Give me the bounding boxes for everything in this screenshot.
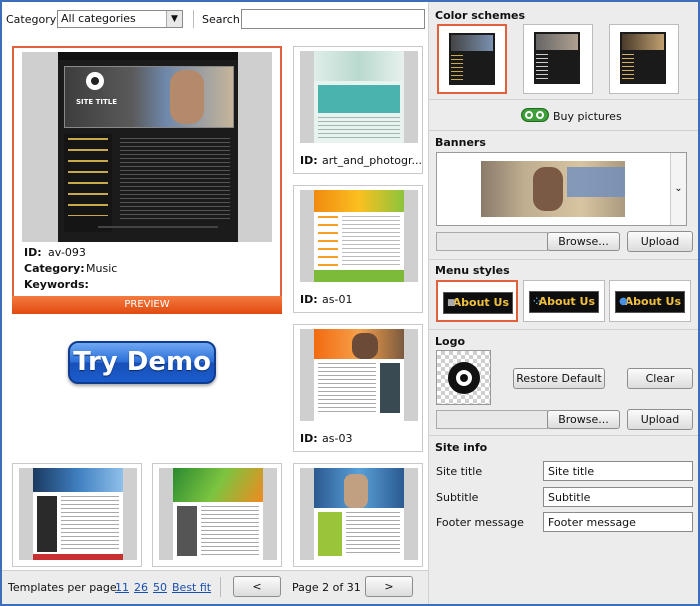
- banner-file-path: [436, 232, 548, 251]
- search-label: Search: [202, 13, 240, 26]
- site-title-label: Site title: [436, 465, 483, 478]
- featured-site-title-art: SITE TITLE: [76, 98, 118, 106]
- template-id-label: ID:: [300, 293, 318, 306]
- menu-style-preview: ⁘ About Us: [529, 291, 599, 313]
- menu-style-preview: ■ About Us: [443, 292, 513, 314]
- featured-keywords-label: Keywords:: [24, 278, 89, 291]
- preview-button[interactable]: PREVIEW: [12, 296, 282, 314]
- template-card[interactable]: ID: art_and_photogr...: [293, 46, 423, 174]
- per-page-11-link[interactable]: 11: [115, 581, 129, 594]
- clear-logo-button[interactable]: Clear: [627, 368, 693, 389]
- template-thumbnail[interactable]: [19, 468, 137, 560]
- featured-id-label: ID:: [24, 246, 42, 259]
- footer-message-label: Footer message: [436, 516, 524, 529]
- featured-thumbnail[interactable]: SITE TITLE: [22, 52, 272, 242]
- color-schemes-title: Color schemes: [435, 9, 526, 22]
- section-divider: [429, 329, 698, 330]
- menu-style-option-1[interactable]: ■ About Us: [436, 280, 518, 322]
- per-page-label: Templates per page:: [8, 581, 121, 594]
- buy-pictures-icon[interactable]: [521, 108, 549, 122]
- template-id-label: ID:: [300, 432, 318, 445]
- subtitle-input[interactable]: [543, 487, 693, 507]
- menu-style-preview: ● About Us: [615, 291, 685, 313]
- color-scheme-option-1[interactable]: [437, 24, 507, 94]
- subtitle-label: Subtitle: [436, 491, 479, 504]
- buy-pictures-link[interactable]: Buy pictures: [553, 110, 622, 123]
- category-select-value: All categories: [61, 12, 136, 25]
- logo-file-path: [436, 410, 548, 429]
- template-thumbnail[interactable]: [159, 468, 277, 560]
- menu-style-option-3[interactable]: ● About Us: [609, 280, 691, 322]
- menu-style-option-2[interactable]: ⁘ About Us: [523, 280, 605, 322]
- filter-divider: [193, 10, 194, 28]
- section-divider: [429, 435, 698, 436]
- template-thumbnail[interactable]: [300, 329, 418, 421]
- banner-upload-button[interactable]: Upload: [627, 231, 693, 252]
- per-page-best-fit-link[interactable]: Best fit: [172, 581, 211, 594]
- template-card[interactable]: ID: as-03: [293, 324, 423, 452]
- template-card[interactable]: ID: as-01: [293, 185, 423, 313]
- app-window: Category All categories ▼ Search SITE TI…: [0, 0, 700, 606]
- featured-template-card[interactable]: SITE TITLE ID: av-093 Category: Music Ke…: [12, 46, 282, 314]
- site-title-input[interactable]: [543, 461, 693, 481]
- per-page-50-link[interactable]: 50: [153, 581, 167, 594]
- section-divider: [429, 130, 698, 131]
- category-label: Category: [6, 13, 57, 26]
- pagination-divider: [220, 577, 221, 597]
- banner-browse-button[interactable]: Browse...: [547, 232, 620, 251]
- template-id-value: as-03: [322, 432, 353, 445]
- template-card[interactable]: [12, 463, 142, 567]
- pagination-bar: Templates per page: 11 26 50 Best fit < …: [2, 570, 428, 604]
- try-demo-button[interactable]: Try Demo: [68, 341, 216, 384]
- template-card[interactable]: [293, 463, 423, 567]
- page-indicator: Page 2 of 31: [292, 581, 361, 594]
- banner-preview: [481, 161, 625, 217]
- featured-category-value: Music: [86, 262, 118, 275]
- logo-title: Logo: [435, 335, 465, 348]
- color-scheme-option-2[interactable]: [523, 24, 593, 94]
- logo-preview: [436, 350, 491, 405]
- template-id-label: ID:: [300, 154, 318, 167]
- color-scheme-option-3[interactable]: [609, 24, 679, 94]
- per-page-26-link[interactable]: 26: [134, 581, 148, 594]
- featured-id-value: av-093: [48, 246, 86, 259]
- footer-message-input[interactable]: [543, 512, 693, 532]
- template-card[interactable]: [152, 463, 282, 567]
- category-select[interactable]: All categories ▼: [57, 10, 183, 28]
- logo-upload-button[interactable]: Upload: [627, 409, 693, 430]
- featured-site-screenshot: SITE TITLE: [58, 52, 238, 242]
- banners-title: Banners: [435, 136, 486, 149]
- logo-browse-button[interactable]: Browse...: [547, 410, 620, 429]
- banner-select[interactable]: ⌄: [436, 152, 687, 226]
- restore-default-button[interactable]: Restore Default: [513, 368, 605, 389]
- section-divider: [429, 99, 698, 100]
- site-info-title: Site info: [435, 441, 488, 454]
- chevron-down-icon[interactable]: ▼: [166, 11, 182, 27]
- featured-category-label: Category:: [24, 262, 85, 275]
- template-thumbnail[interactable]: [300, 51, 418, 143]
- template-id-value: art_and_photogr...: [322, 154, 422, 167]
- template-id-value: as-01: [322, 293, 353, 306]
- search-input[interactable]: [241, 9, 425, 29]
- next-page-button[interactable]: >: [365, 576, 413, 597]
- menu-styles-title: Menu styles: [435, 264, 510, 277]
- template-thumbnail[interactable]: [300, 468, 418, 560]
- chevron-down-icon[interactable]: ⌄: [670, 153, 686, 225]
- template-gallery: Category All categories ▼ Search SITE TI…: [2, 2, 428, 604]
- prev-page-button[interactable]: <: [233, 576, 281, 597]
- settings-panel: Color schemes Buy pictures Banners ⌄ Bro…: [428, 2, 698, 604]
- section-divider: [429, 259, 698, 260]
- template-thumbnail[interactable]: [300, 190, 418, 282]
